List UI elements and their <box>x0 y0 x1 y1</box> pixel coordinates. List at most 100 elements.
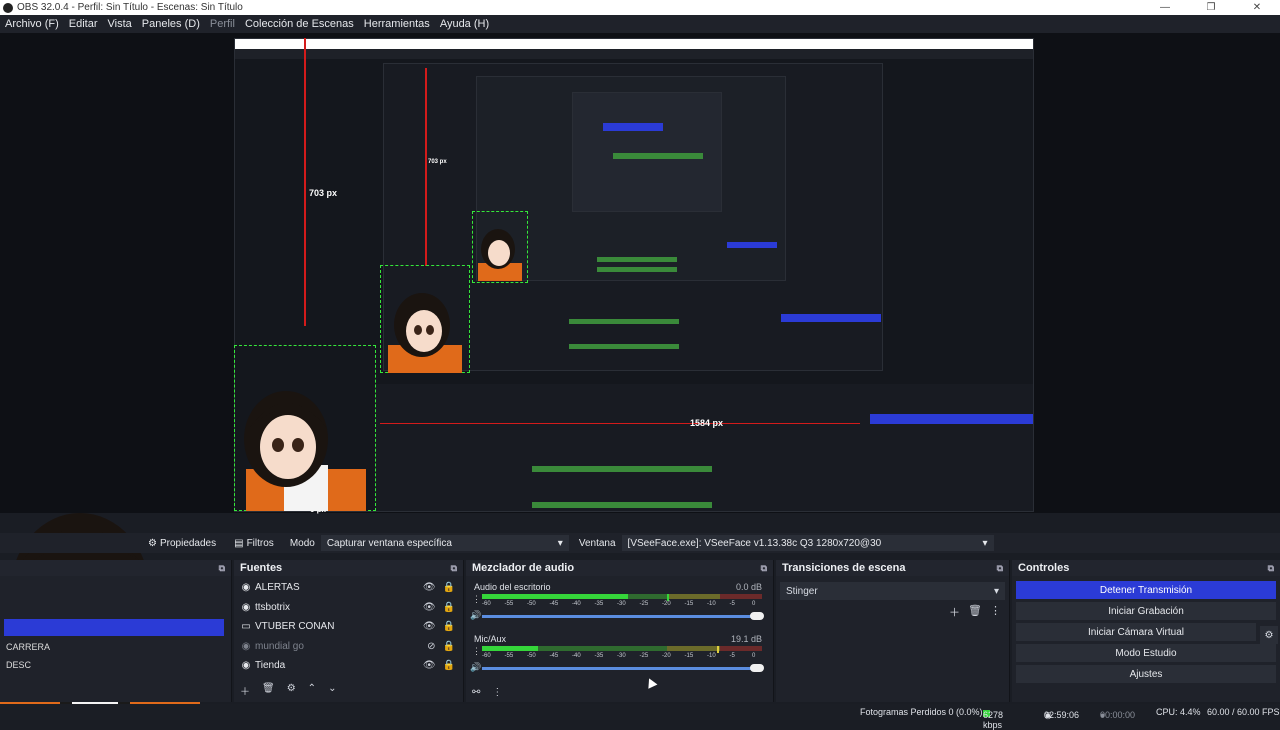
scene-item[interactable]: DESC <box>6 660 31 670</box>
volume-slider[interactable] <box>482 612 764 620</box>
undock-icon[interactable]: ⧉ <box>451 563 457 574</box>
bitrate-value: 6278 kbps <box>983 710 1004 730</box>
mixer-tracks: Audio del escritorio 0.0 dB ⋮ -60 -55 -50 -45-… <box>466 576 773 686</box>
window-titlebar: OBS 32.0.4 - Perfil: Sin Título - Escena… <box>0 0 1280 15</box>
filters-button[interactable]: ▤ Filtros <box>228 536 280 551</box>
undock-icon[interactable]: ⧉ <box>1268 563 1274 574</box>
source-name: Tienda <box>255 660 286 672</box>
guide-line-horizontal <box>380 423 860 424</box>
eye-icon[interactable]: 👁 <box>423 660 436 671</box>
browser-source-icon: ◉ <box>241 601 251 613</box>
scene-selected[interactable] <box>4 619 224 636</box>
cpu-usage: CPU: 4.4% <box>1156 707 1201 717</box>
track-menu-icon[interactable]: ⋮ <box>472 646 481 657</box>
lock-icon[interactable]: 🔒 <box>443 602 455 613</box>
add-icon[interactable]: ＋ <box>949 604 960 620</box>
menu-archivo[interactable]: Archivo (F) <box>0 18 64 30</box>
virtual-camera-settings-button[interactable]: ⚙ <box>1260 626 1278 644</box>
vtuber-avatar-image <box>244 391 366 511</box>
nested-green-meter <box>597 257 677 262</box>
source-item-mundial-go[interactable]: ◉ mundial go ⊘ 🔒 <box>234 637 463 657</box>
meter-tick-label: -10 <box>707 653 716 659</box>
speaker-icon[interactable]: 🔊 <box>470 610 481 621</box>
eye-hidden-icon[interactable]: ⊘ <box>427 641 435 652</box>
mode-select[interactable]: Capturar ventana específica ▾ <box>320 535 569 551</box>
fps: 60.00 / 60.00 FPS <box>1207 707 1280 717</box>
undock-icon[interactable]: ⧉ <box>219 563 225 574</box>
track-db: 19.1 dB <box>730 634 762 644</box>
scene-item[interactable]: CARRERA <box>6 642 50 652</box>
source-name: ALERTAS <box>255 582 300 594</box>
preview-canvas[interactable]: 703 px 703 px 1584 px 0 px <box>0 33 1280 514</box>
source-name: ttsbotrix <box>255 601 291 613</box>
stop-streaming-button[interactable]: Detener Transmisión <box>1016 581 1276 599</box>
start-recording-button[interactable]: Iniciar Grabación <box>1016 602 1276 620</box>
menu-herramientas[interactable]: Herramientas <box>359 18 435 30</box>
meter-tick-label: -50 <box>527 601 536 607</box>
lock-icon[interactable]: 🔒 <box>443 660 455 671</box>
window-capture-icon: ▭ <box>241 621 251 633</box>
more-icon[interactable]: ⋮ <box>492 687 502 698</box>
minimize-button[interactable]: — <box>1142 0 1188 15</box>
source-item-alertas[interactable]: ◉ ALERTAS 👁 🔒 <box>234 578 463 598</box>
window-select[interactable]: [VSeeFace.exe]: VSeeFace v1.13.38c Q3 12… <box>621 535 994 551</box>
controls-header: Controles ⧉ <box>1012 560 1280 576</box>
mixer-footer: ⚯ ⋮ <box>472 687 502 698</box>
studio-mode-button[interactable]: Modo Estudio <box>1016 644 1276 662</box>
status-bar: Fotogramas Perdidos 0 (0.0%) 6278 kbps ◉… <box>0 704 1280 730</box>
lock-icon[interactable]: 🔒 <box>443 641 455 652</box>
chevron-down-icon: ▾ <box>557 537 563 549</box>
trash-icon[interactable]: 🗑 <box>968 604 982 620</box>
undock-icon[interactable]: ⧉ <box>761 563 767 574</box>
transition-value: Stinger <box>786 585 818 597</box>
speaker-icon[interactable]: 🔊 <box>470 662 481 673</box>
menu-paneles[interactable]: Paneles (D) <box>137 18 205 30</box>
transitions-title: Transiciones de escena <box>782 562 906 574</box>
arrow-up-icon[interactable]: ⌃ <box>308 683 316 698</box>
settings-button[interactable]: Ajustes <box>1016 665 1276 683</box>
menu-coleccion-escenas[interactable]: Colección de Escenas <box>240 18 359 30</box>
meter-tick-label: 0 <box>752 601 756 607</box>
track-menu-icon[interactable]: ⋮ <box>472 594 481 605</box>
trash-icon[interactable]: 🗑 <box>262 683 275 698</box>
add-icon[interactable]: ＋ <box>240 683 250 698</box>
meter-tick-label: -40 <box>572 601 581 607</box>
gear-icon: ⚙ <box>148 537 157 549</box>
source-item-ttsbotrix[interactable]: ◉ ttsbotrix 👁 🔒 <box>234 598 463 618</box>
menu-ayuda[interactable]: Ayuda (H) <box>435 18 494 30</box>
source-item-tienda[interactable]: ◉ Tienda 👁 🔒 <box>234 656 463 676</box>
lock-icon[interactable]: 🔒 <box>443 621 455 632</box>
controls-dock: Controles ⧉ Detener Transmisión Iniciar … <box>1012 560 1280 702</box>
lock-icon[interactable]: 🔒 <box>443 582 455 593</box>
undock-icon[interactable]: ⧉ <box>997 563 1003 574</box>
maximize-button[interactable]: ❐ <box>1188 0 1234 15</box>
nested-blue-bar <box>727 242 777 248</box>
meter-tick-label: -60 <box>482 601 491 607</box>
menu-editar[interactable]: Editar <box>64 18 103 30</box>
eye-icon[interactable]: 👁 <box>423 582 436 593</box>
eye-icon[interactable]: 👁 <box>423 621 436 632</box>
volume-slider[interactable] <box>482 664 764 672</box>
menu-perfil[interactable]: Perfil <box>205 18 240 30</box>
meter-tick-label: -55 <box>504 601 514 607</box>
source-item-vtuber-conan[interactable]: ▭ VTUBER CONAN 👁 🔒 <box>234 617 463 637</box>
nested-green-meter <box>597 267 677 272</box>
close-button[interactable]: ✕ <box>1234 0 1280 15</box>
start-virtual-camera-button[interactable]: Iniciar Cámara Virtual <box>1016 623 1256 641</box>
more-icon[interactable]: ⋮ <box>990 604 1001 620</box>
chevron-down-icon: ▾ <box>993 585 999 597</box>
menu-vista[interactable]: Vista <box>103 18 137 30</box>
meter-tick-label: -20 <box>662 601 671 607</box>
properties-button[interactable]: ⚙ Propiedades <box>142 536 222 551</box>
transition-select[interactable]: Stinger ▾ <box>780 582 1005 600</box>
meter-tick-label: -5 <box>729 601 735 607</box>
link-icon[interactable]: ⚯ <box>472 687 480 698</box>
arrow-down-icon[interactable]: ⌄ <box>328 683 336 698</box>
mixer-title: Mezclador de audio <box>472 562 575 574</box>
volume-slider-knob[interactable] <box>750 664 764 672</box>
gear-icon[interactable]: ⚙ <box>287 683 296 698</box>
scenes-header: ⧉ <box>0 560 231 576</box>
eye-icon[interactable]: 👁 <box>423 602 436 613</box>
nested-capture-level-4 <box>572 92 722 212</box>
volume-slider-knob[interactable] <box>750 612 764 620</box>
